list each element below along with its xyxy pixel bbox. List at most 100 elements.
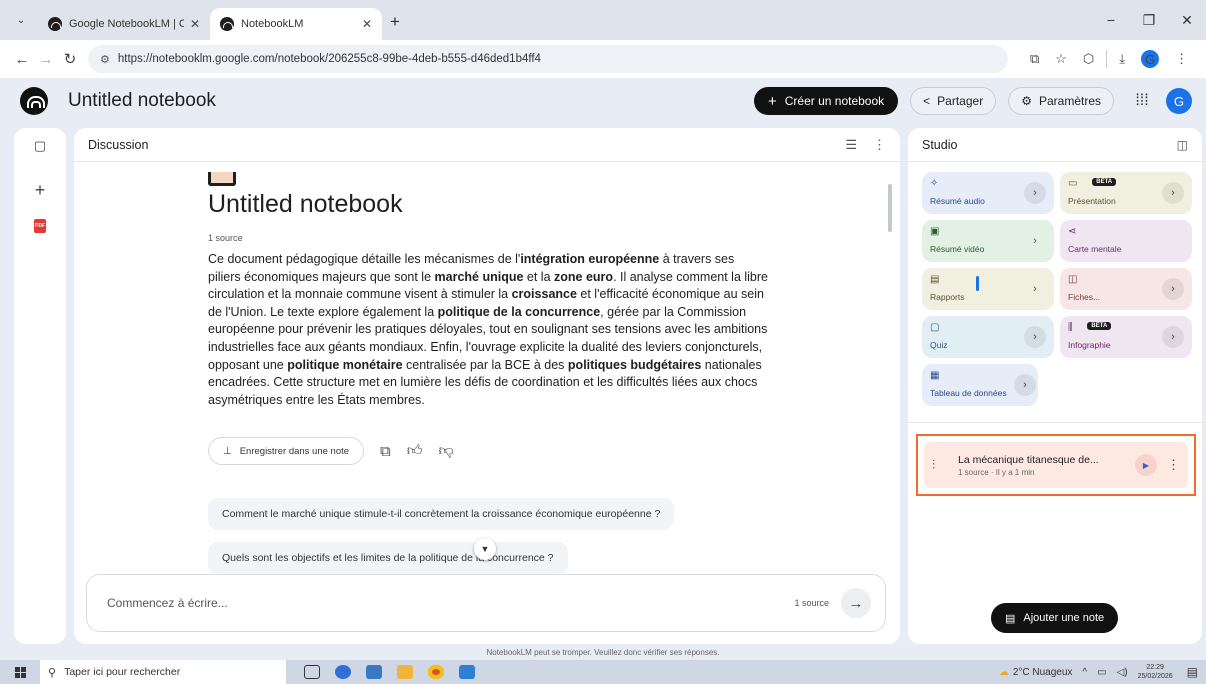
chevron-right-icon[interactable]: › <box>1024 278 1046 300</box>
chat-scrollbar[interactable] <box>888 184 892 232</box>
url-text: https://notebooklm.google.com/notebook/2… <box>117 53 541 65</box>
audio-item-title: La mécanique titanesque de... <box>958 453 1099 466</box>
site-info-icon[interactable]: ⚙ <box>100 53 110 66</box>
notification-icon[interactable]: ▤ <box>1187 665 1198 679</box>
close-window-icon[interactable]: ✕ <box>1168 12 1206 29</box>
google-apps-icon[interactable]: ⁞⁞⁞ <box>1132 92 1152 110</box>
notebook-title[interactable]: Untitled notebook <box>68 90 216 112</box>
create-notebook-button[interactable]: + Créer un notebook <box>753 87 899 115</box>
chat-composer[interactable]: Commencez à écrire... 1 source → <box>86 574 886 632</box>
discussion-title: Discussion <box>88 137 149 152</box>
discussion-more-icon[interactable]: ⋮ <box>873 137 886 153</box>
download-icon[interactable]: ⤓ <box>1119 51 1125 67</box>
studio-card-data-table[interactable]: ▦ Tableau de données › <box>922 364 1038 406</box>
notebooklm-logo-icon[interactable] <box>20 87 48 115</box>
search-icon: ⚲ <box>48 666 57 679</box>
chat-input-placeholder[interactable]: Commencez à écrire... <box>107 596 228 610</box>
summary-actions: ⊥ Enregistrer dans une note ⧉ 👍︎ 👎︎ <box>208 437 454 465</box>
tab-title: NotebookLM <box>241 18 304 30</box>
chevron-right-icon[interactable]: › <box>1024 182 1046 204</box>
save-to-note-label: Enregistrer dans une note <box>239 445 350 457</box>
add-note-button[interactable]: ▤ Ajouter une note <box>991 603 1119 633</box>
new-tab-icon[interactable]: + <box>390 12 400 32</box>
studio-card-quiz[interactable]: ▢ Quiz › <box>922 316 1054 358</box>
audio-more-icon[interactable]: ⋮ <box>1167 457 1180 473</box>
taskbar-search[interactable]: ⚲ Taper ici pour rechercher <box>40 660 286 684</box>
source-pdf-item[interactable]: PDF <box>14 214 66 233</box>
task-view-icon[interactable] <box>304 665 320 679</box>
settings-label: Paramètres <box>1038 94 1101 108</box>
studio-card-reports[interactable]: ▤ Rapports › <box>922 268 1054 310</box>
browser-menu-icon[interactable]: ⋮ <box>1175 51 1188 67</box>
tab-search-menu-icon[interactable]: ⌄ <box>8 7 34 33</box>
save-to-note-button[interactable]: ⊥ Enregistrer dans une note <box>208 437 365 465</box>
audio-item-text: La mécanique titanesque de... 1 source ·… <box>958 454 1135 477</box>
url-field[interactable]: ⚙ https://notebooklm.google.com/notebook… <box>88 45 1008 73</box>
expand-sources-panel-icon[interactable]: ▢ <box>14 138 66 154</box>
scroll-down-chevron-icon[interactable]: ▼ <box>474 538 496 560</box>
weather-cloud-icon[interactable]: ☁ <box>999 667 1009 678</box>
studio-card-mind-map[interactable]: ⋖ Carte mentale <box>1060 220 1192 262</box>
tab-close-icon[interactable]: ✕ <box>362 17 372 31</box>
install-app-icon[interactable]: ⧉ <box>1030 51 1039 67</box>
forward-icon[interactable]: → <box>34 51 58 68</box>
settings-button[interactable]: ⚙ Paramètres <box>1008 87 1114 115</box>
copy-icon[interactable]: ⧉ <box>380 443 391 460</box>
bookmark-star-icon[interactable]: ☆ <box>1055 51 1067 67</box>
notebook-summary: Ce document pédagogique détaille les méc… <box>208 251 768 409</box>
collapse-studio-icon[interactable]: ◫ <box>1177 138 1188 152</box>
chevron-right-icon[interactable]: › <box>1024 326 1046 348</box>
thumbs-up-icon[interactable]: 👍︎ <box>407 442 423 460</box>
chevron-right-icon[interactable]: › <box>1162 326 1184 348</box>
app-icon[interactable] <box>459 665 475 679</box>
tray-chevron-up-icon[interactable]: ^ <box>1082 667 1087 678</box>
back-icon[interactable]: ← <box>10 51 34 68</box>
browser-tab-bar: ⌄ Google NotebookLM | Outil de ✕ Noteboo… <box>0 0 1206 40</box>
volume-icon[interactable]: ◁) <box>1117 667 1128 678</box>
studio-card-video-overview[interactable]: ▣ Résumé vidéo › <box>922 220 1054 262</box>
user-avatar[interactable]: G <box>1166 88 1192 114</box>
generated-audio-item[interactable]: ⫶ La mécanique titanesque de... 1 source… <box>916 434 1196 496</box>
chevron-right-icon[interactable]: › <box>1162 182 1184 204</box>
browser-tab-2[interactable]: NotebookLM ✕ <box>210 8 382 40</box>
network-icon[interactable]: ▭ <box>1097 667 1106 678</box>
send-button[interactable]: → <box>841 588 871 618</box>
taskbar-apps <box>304 665 490 679</box>
system-tray: ☁ 2°C Nuageux ^ ▭ ◁) 22:29 25/02/2026 ▤ <box>999 663 1206 681</box>
store-icon[interactable] <box>366 665 382 679</box>
add-source-icon[interactable]: + <box>14 180 66 201</box>
taskbar-clock[interactable]: 22:29 25/02/2026 <box>1138 663 1173 681</box>
audio-item-body[interactable]: ⫶ La mécanique titanesque de... 1 source… <box>924 442 1188 488</box>
chrome-icon[interactable] <box>428 665 444 679</box>
thumbs-down-icon[interactable]: 👎︎ <box>438 442 453 460</box>
windows-start-icon[interactable] <box>8 660 32 684</box>
restore-icon[interactable]: ❐ <box>1130 12 1168 29</box>
chevron-right-icon[interactable]: › <box>1024 230 1046 252</box>
browser-tab-1[interactable]: Google NotebookLM | Outil de ✕ <box>38 8 210 40</box>
file-explorer-icon[interactable] <box>397 665 413 679</box>
configure-chat-icon[interactable]: ☰ <box>845 137 857 153</box>
play-button[interactable]: ▶ <box>1135 454 1157 476</box>
browser-profile-avatar[interactable]: G <box>1141 50 1159 68</box>
weather-text[interactable]: 2°C Nuageux <box>1013 667 1073 678</box>
studio-card-infographic[interactable]: ⫼ BÊTA Infographie › <box>1060 316 1192 358</box>
studio-card-audio-overview[interactable]: ✧ Résumé audio › <box>922 172 1054 214</box>
reload-icon[interactable]: ↻ <box>58 50 82 68</box>
address-bar: ← → ↻ ⚙ https://notebooklm.google.com/no… <box>0 40 1206 78</box>
add-note-label: Ajouter une note <box>1023 612 1105 624</box>
app-icon[interactable] <box>335 665 351 679</box>
clock-time: 22:29 <box>1146 664 1164 671</box>
studio-divider <box>908 422 1202 423</box>
minimize-icon[interactable]: − <box>1092 12 1130 28</box>
studio-card-presentation[interactable]: ▭ BÊTA Présentation › <box>1060 172 1192 214</box>
extensions-icon[interactable]: ⬡ <box>1083 51 1094 67</box>
header-actions: + Créer un notebook < Partager ⚙ Paramèt… <box>753 87 1192 115</box>
chevron-right-icon[interactable]: › <box>1014 374 1036 396</box>
chevron-right-icon[interactable]: › <box>1162 278 1184 300</box>
share-button[interactable]: < Partager <box>910 87 997 115</box>
suggested-question[interactable]: Comment le marché unique stimule-t-il co… <box>208 498 675 530</box>
studio-card-flashcards[interactable]: ◫ Fiches... › <box>1060 268 1192 310</box>
tab-close-icon[interactable]: ✕ <box>190 17 200 31</box>
windows-taskbar: ⚲ Taper ici pour rechercher ☁ 2°C Nuageu… <box>0 660 1206 684</box>
suggested-question[interactable]: Quels sont les objectifs et les limites … <box>208 542 568 574</box>
